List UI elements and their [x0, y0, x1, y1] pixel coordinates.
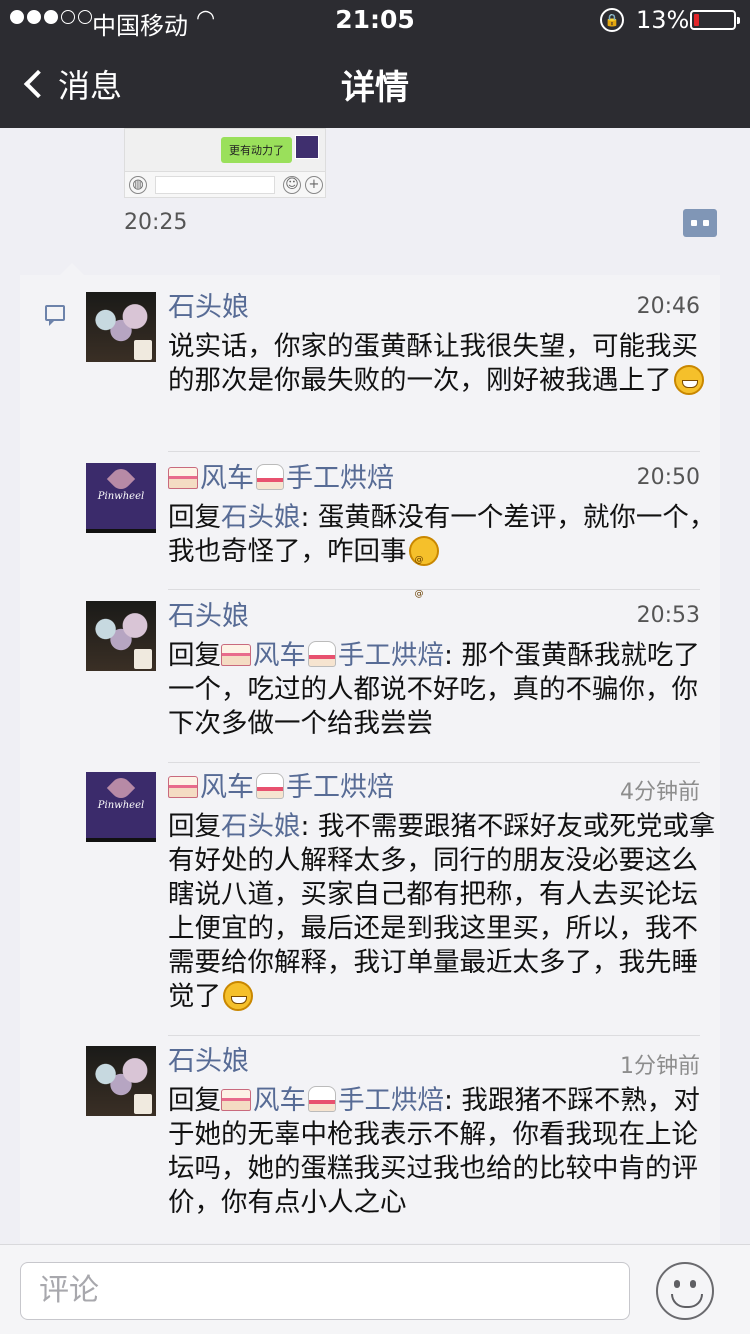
battery-icon	[690, 10, 740, 30]
comment-time: 4分钟前	[620, 780, 700, 805]
cake-icon	[168, 467, 198, 489]
page-title: 详情	[341, 68, 409, 108]
reply-to-name[interactable]: 风车 手工烘焙	[221, 1085, 444, 1116]
reply-to-name[interactable]: 石头娘	[221, 502, 301, 533]
thumbnail-chat-bubble: 更有动力了	[221, 137, 292, 163]
battery-percent: 13%	[636, 6, 690, 34]
comment-author[interactable]: 石头娘	[168, 292, 249, 324]
reply-to-name[interactable]: 石头娘	[221, 811, 301, 842]
voice-icon: ◍	[129, 176, 147, 194]
comment-text: 回复 风车 手工烘焙: 那个蛋黄酥我就吃了一个，吃过的人都说不好吃，真的不骗你，你下…	[168, 640, 700, 739]
birthday-cake-icon	[308, 641, 336, 667]
grin-icon	[673, 365, 704, 395]
comment-author[interactable]: 石头娘	[168, 1046, 249, 1078]
comment-icon	[45, 305, 65, 326]
post-time: 20:25	[124, 210, 188, 235]
comment-time: 1分钟前	[620, 1054, 700, 1079]
emoji-icon: ☺	[283, 176, 301, 194]
cake-icon	[168, 776, 198, 798]
avatar[interactable]	[86, 292, 156, 362]
plus-icon: +	[305, 176, 323, 194]
avatar[interactable]	[86, 1046, 156, 1116]
thumbnail-input-row: ◍ ☺ +	[125, 171, 325, 197]
emoji-picker-button[interactable]	[656, 1262, 714, 1320]
comment-author[interactable]: 风车 手工烘焙	[168, 463, 394, 495]
comment-input-bar: 评论	[0, 1244, 750, 1334]
dizzy-icon	[408, 536, 439, 566]
grin-icon	[223, 981, 253, 1011]
divider	[168, 1035, 700, 1036]
comments-panel: 石头娘 20:46 说实话，你家的蛋黄酥让我很失望，可能我买的那次是你最失败的一…	[20, 263, 720, 1243]
comment-text: 回复石头娘: 我不需要跟猪不踩好友或死党或拿有好处的人解释太多，同行的朋友没必要…	[168, 811, 716, 1012]
birthday-cake-icon	[256, 773, 284, 799]
comment-author[interactable]: 风车 手工烘焙	[168, 772, 394, 804]
cake-icon	[221, 1089, 251, 1111]
cake-icon	[221, 644, 251, 666]
comment-input[interactable]: 评论	[20, 1262, 630, 1320]
comment-author[interactable]: 石头娘	[168, 601, 249, 633]
avatar[interactable]	[86, 463, 156, 533]
comment-time: 20:53	[636, 603, 700, 628]
divider	[168, 589, 700, 590]
thumbnail-avatar	[295, 135, 319, 159]
comment-time: 20:46	[636, 294, 700, 319]
comment-text: 回复石头娘: 蛋黄酥没有一个差评，就你一个，我也奇怪了，咋回事	[168, 501, 720, 569]
birthday-cake-icon	[308, 1086, 336, 1112]
comment-like-menu-button[interactable]	[683, 209, 717, 237]
avatar[interactable]	[86, 601, 156, 671]
top-bar: 中国移动 ◠ 21:05 🔒 13% 消息 详情	[0, 0, 750, 128]
moment-image[interactable]: 更有动力了 ◍ ☺ +	[124, 128, 326, 198]
divider	[168, 451, 700, 452]
divider	[168, 762, 700, 763]
comment-time: 20:50	[636, 465, 700, 490]
status-bar: 中国移动 ◠ 21:05 🔒 13%	[0, 0, 750, 40]
avatar[interactable]	[86, 772, 156, 842]
panel-notch	[60, 263, 84, 275]
reply-to-name[interactable]: 风车 手工烘焙	[221, 640, 444, 671]
comment-text: 说实话，你家的蛋黄酥让我很失望，可能我买的那次是你最失败的一次，刚好被我遇上了	[168, 330, 720, 398]
thumbnail-input	[155, 176, 275, 194]
birthday-cake-icon	[256, 464, 284, 490]
rotation-lock-icon: 🔒	[600, 8, 624, 32]
comment-text: 回复 风车 手工烘焙: 我跟猪不踩不熟，对于她的无辜中枪我表示不解，你看我现在上论坛…	[168, 1085, 700, 1218]
